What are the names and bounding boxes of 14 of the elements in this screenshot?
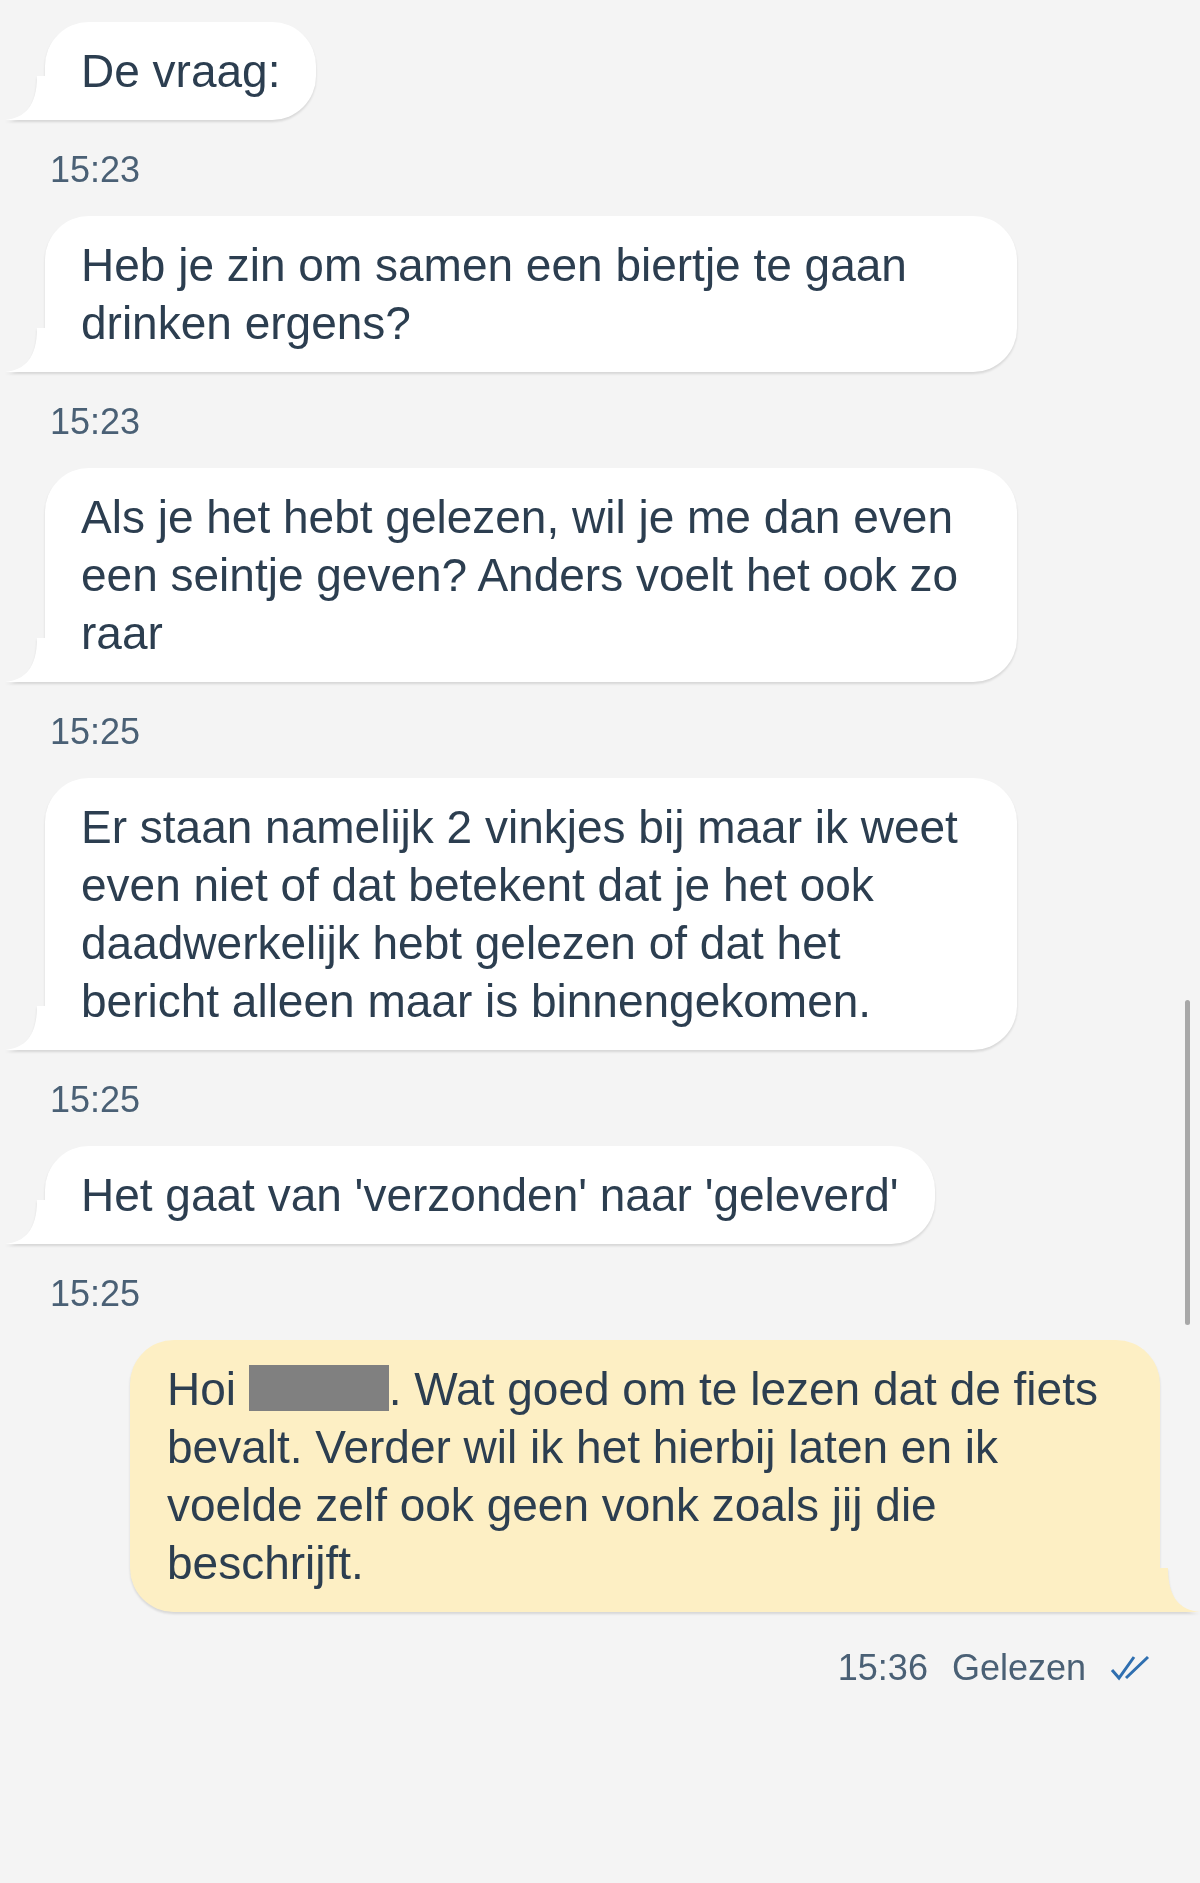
message-time: 15:36 [837,1648,928,1688]
message-text: Hoi . Wat goed om te lezen dat de fiets bevalt. Verder wil ik het hierbij laten en ik voelde zelf ook geen vonk zoals jij die beschrijft. [167,1362,1099,1591]
message-time: 15:23 [50,400,141,444]
message-text: Er staan namelijk 2 vinkjes bij maar ik weet even niet of dat betekent dat je het ook daadwerkelijk hebt gelezen of dat het bericht alleen maar is binnengekomen. [81,800,959,1029]
read-status: Gelezen [951,1648,1086,1688]
message-time: 15:25 [50,710,141,754]
message-text: Het gaat van 'verzonden' naar 'geleverd' [81,1168,899,1223]
message-time: 15:25 [50,1272,141,1316]
scrollbar[interactable] [1185,1000,1190,1325]
message-time: 15:25 [50,1078,141,1122]
message-text: Als je het hebt gelezen, wil je me dan even een seintje geven? Anders voelt het ook zo raar [81,490,960,661]
message-text: Heb je zin om samen een biertje te gaan drinken ergens? [81,238,908,351]
message-text: De vraag: [81,44,281,99]
message-time: 15:23 [50,148,141,192]
